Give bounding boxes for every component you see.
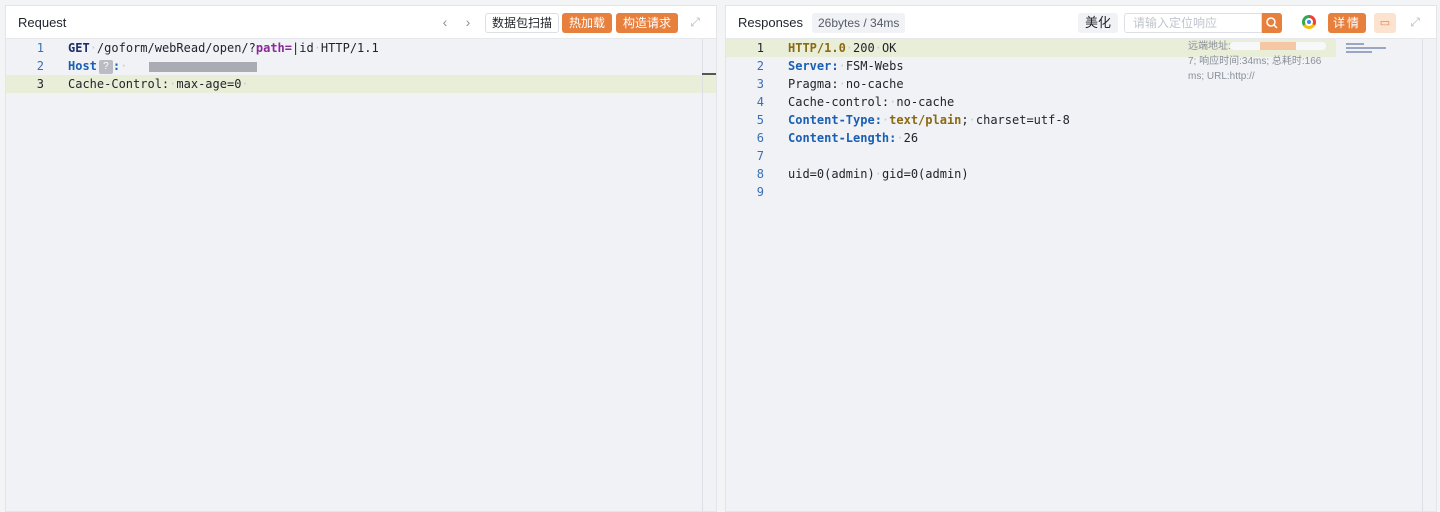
line-number: 2 (756, 59, 764, 73)
response-line-content: Pragma:·no-cache (788, 77, 904, 91)
body-gid: gid=0(admin) (881, 167, 969, 181)
request-line-content: GET·/goform/webRead/open/?path=|id·HTTP/… (68, 41, 379, 55)
response-line-content: HTTP/1.0·200·OK (788, 41, 897, 55)
search-icon (1266, 17, 1278, 29)
packet-scan-button[interactable]: 数据包扫描 (485, 13, 560, 33)
help-icon[interactable]: ? (98, 59, 113, 74)
response-line-content: Server:·FSM-Webs (788, 59, 904, 73)
header-value: text/plain (889, 113, 962, 127)
request-line-content: Host?:· (68, 57, 258, 75)
expand-icon[interactable]: ⤢ (688, 15, 702, 29)
line-number: 6 (756, 131, 764, 145)
line-number: 2 (36, 59, 44, 73)
response-line-7: 7 (726, 147, 1436, 165)
status-code: 200 (853, 41, 875, 55)
timing-info: 7; 响应时间:34ms; 总耗时:166 (1188, 56, 1322, 67)
comment-icon[interactable]: ▭ (1374, 13, 1396, 33)
build-request-button[interactable]: 构造请求 (616, 13, 679, 33)
header-key: Host (68, 59, 97, 73)
response-scrollbar[interactable] (1422, 39, 1436, 511)
response-title: Responses (738, 15, 804, 30)
header-key: Content-Length: (788, 131, 897, 145)
header-value: 26 (903, 131, 919, 145)
redacted-address (1230, 42, 1326, 50)
http-method: GET (68, 41, 90, 55)
charset: charset=utf-8 (975, 113, 1070, 127)
http-version: HTTP/1.1 (320, 41, 379, 55)
header-key: Content-Type: (788, 113, 882, 127)
request-title: Request (18, 15, 67, 30)
response-line-content: Content-Length:·26 (788, 131, 919, 145)
header-key: Pragma: (788, 77, 839, 91)
header-value: no-cache (896, 95, 955, 109)
response-line-content: uid=0(admin)·gid=0(admin) (788, 167, 969, 181)
detail-button[interactable]: 详情 (1328, 13, 1366, 33)
response-line-content: Cache-control:·no-cache (788, 95, 955, 109)
line-number: 5 (756, 113, 764, 127)
request-header: Request ‹ › 数据包扫描 热加载 构造请求 ⤢ (6, 6, 716, 39)
request-path: /goform/webRead/open/? (96, 41, 256, 55)
header-key: Cache-Control: (68, 77, 170, 91)
http-version: HTTP/1.0 (788, 41, 846, 55)
request-editor[interactable]: 1 GET·/goform/webRead/open/?path=|id·HTT… (6, 39, 716, 511)
chrome-icon[interactable] (1302, 15, 1316, 29)
header-key: Server: (788, 59, 839, 73)
header-value: FSM-Webs (845, 59, 904, 73)
response-line-9: 9 (726, 183, 1436, 201)
line-number: 1 (36, 41, 44, 55)
line-number: 7 (756, 149, 764, 163)
response-header: Responses 26bytes / 34ms 美化 详情 ▭ ⤢ (726, 6, 1436, 39)
response-editor[interactable]: 1 HTTP/1.0·200·OK 2 Server:·FSM-Webs 3 P… (726, 39, 1436, 511)
response-line-5: 5 Content-Type:·text/plain;·charset=utf-… (726, 111, 1436, 129)
redacted-host (149, 61, 258, 72)
line-number: 8 (756, 167, 764, 181)
header-value: max-age=0 (176, 77, 242, 91)
request-line-content: Cache-Control:·max-age=0· (68, 77, 249, 91)
line-number: 3 (756, 77, 764, 91)
separator: ; (961, 113, 969, 127)
chevron-right-icon[interactable]: › (461, 14, 475, 30)
minimap[interactable] (1346, 43, 1386, 59)
response-size-badge: 26bytes / 34ms (812, 13, 906, 33)
beautify-button[interactable]: 美化 (1078, 13, 1118, 33)
request-line-2: 2 Host?:· (6, 57, 716, 75)
request-panel: Request ‹ › 数据包扫描 热加载 构造请求 ⤢ 1 GET·/gofo… (5, 5, 717, 512)
header-value: no-cache (845, 77, 904, 91)
body-uid: uid=0(admin) (788, 167, 875, 181)
param-value: |id (292, 41, 314, 55)
response-info-overlay: 远端地址: 7; 响应时间:34ms; 总耗时:166 ms; URL:http… (1188, 39, 1338, 84)
line-number: 1 (756, 41, 764, 55)
response-line-6: 6 Content-Length:·26 (726, 129, 1436, 147)
response-line-8: 8 uid=0(admin)·gid=0(admin) (726, 165, 1436, 183)
status-reason: OK (881, 41, 897, 55)
http-history-root: Request ‹ › 数据包扫描 热加载 构造请求 ⤢ 1 GET·/gofo… (0, 0, 1440, 512)
line-number: 9 (756, 185, 764, 199)
line-number: 4 (756, 95, 764, 109)
search-button[interactable] (1262, 13, 1282, 33)
url-info: ms; URL:http:// (1188, 71, 1255, 82)
header-key: Cache-control: (788, 95, 890, 109)
response-search-input[interactable] (1124, 13, 1262, 33)
request-scrollbar[interactable] (702, 39, 716, 511)
response-panel: Responses 26bytes / 34ms 美化 详情 ▭ ⤢ 1 HTT… (725, 5, 1437, 512)
chevron-left-icon[interactable]: ‹ (438, 14, 452, 30)
request-line-1: 1 GET·/goform/webRead/open/?path=|id·HTT… (6, 39, 716, 57)
response-line-4: 4 Cache-control:·no-cache (726, 93, 1436, 111)
request-line-3: 3 Cache-Control:·max-age=0· (6, 75, 716, 93)
response-line-content: Content-Type:·text/plain;·charset=utf-8 (788, 113, 1070, 127)
scroll-marker (702, 73, 716, 75)
expand-icon[interactable]: ⤢ (1408, 15, 1422, 29)
hot-load-button[interactable]: 热加载 (562, 13, 613, 33)
query-param: path= (255, 41, 292, 55)
line-number: 3 (36, 77, 44, 91)
